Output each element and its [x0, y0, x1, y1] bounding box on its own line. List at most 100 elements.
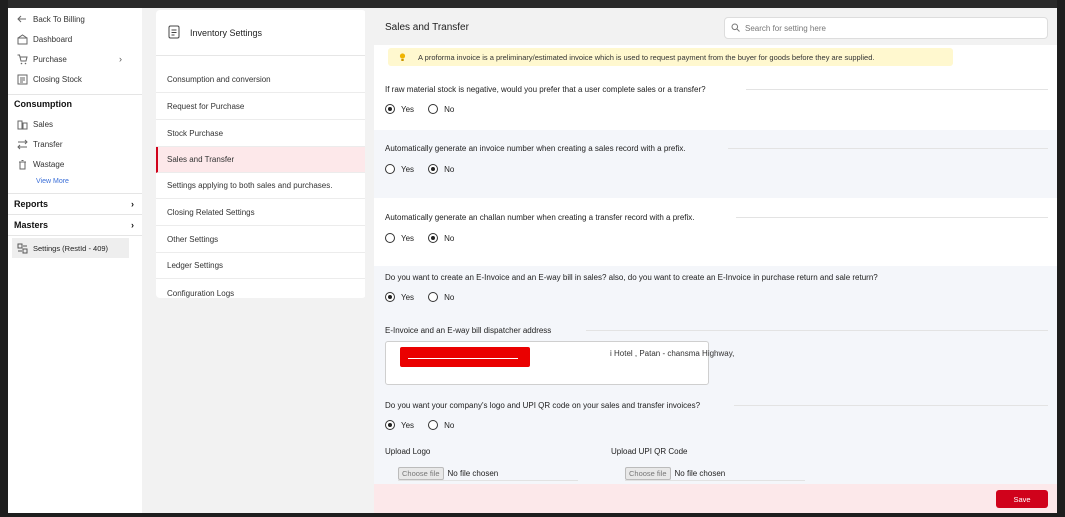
top-strip: [8, 0, 1057, 8]
radio-no[interactable]: [428, 164, 439, 174]
choose-file-button[interactable]: Choose file: [625, 467, 671, 480]
dispatcher-address-text: i Hotel , Patan - chansma Highway,: [610, 349, 735, 358]
menu-item-configuration-logs[interactable]: Configuration Logs: [156, 280, 366, 306]
settings-menu-header: Inventory Settings: [156, 10, 366, 56]
cart-icon: [16, 53, 28, 65]
radio-group: Yes No: [385, 233, 468, 243]
setting-question: Automatically generate an invoice number…: [385, 144, 686, 153]
menu-item-closing-related[interactable]: Closing Related Settings: [156, 200, 366, 226]
radio-no[interactable]: [428, 233, 439, 243]
radio-label-no: No: [444, 164, 455, 174]
divider: [746, 89, 1048, 90]
sidebar-item-dashboard[interactable]: Dashboard: [8, 29, 142, 49]
sales-icon: [16, 118, 28, 130]
divider: [398, 480, 578, 481]
page-title: Inventory Settings: [190, 27, 263, 38]
radio-yes[interactable]: [385, 292, 395, 302]
lightbulb-icon: [398, 52, 408, 62]
setting-challan-prefix: Automatically generate an challan number…: [374, 198, 1057, 266]
sidebar-item-closing-stock[interactable]: Closing Stock: [8, 69, 142, 89]
app-frame: Back To Billing Dashboard Purchase › Clo…: [8, 8, 1057, 513]
file-status: No file chosen: [447, 469, 499, 478]
radio-yes[interactable]: [385, 233, 395, 243]
menu-item-both-sales-purchases[interactable]: Settings applying to both sales and purc…: [156, 173, 366, 199]
sidebar-item-label: Masters: [14, 220, 49, 230]
radio-label-yes: Yes: [401, 292, 415, 302]
sidebar-item-label: Dashboard: [33, 34, 73, 44]
radio-label-no: No: [444, 292, 455, 302]
save-button[interactable]: Save: [996, 490, 1048, 508]
divider: [8, 235, 142, 236]
menu-item-request-purchase[interactable]: Request for Purchase: [156, 94, 366, 120]
radio-label-yes: Yes: [401, 164, 415, 174]
sidebar-item-masters[interactable]: Masters ›: [14, 220, 134, 230]
divider: [736, 217, 1048, 218]
radio-no[interactable]: [428, 420, 439, 430]
sidebar-item-label: Sales: [33, 119, 54, 129]
settings-content: Sales and Transfer Search for setting he…: [374, 10, 1057, 513]
setting-invoice-prefix: Automatically generate an invoice number…: [374, 130, 1057, 198]
search-placeholder: Search for setting here: [745, 23, 826, 33]
file-status: No file chosen: [674, 469, 726, 478]
menu-item-consumption-conversion[interactable]: Consumption and conversion: [156, 67, 366, 93]
setting-negative-stock: If raw material stock is negative, would…: [374, 72, 1057, 130]
radio-group: Yes No: [385, 420, 468, 430]
divider: [8, 193, 142, 194]
radio-label-no: No: [444, 233, 455, 243]
menu-item-sales-transfer[interactable]: Sales and Transfer: [156, 147, 366, 173]
divider: [734, 405, 1048, 406]
notice-text: A proforma invoice is a preliminary/esti…: [418, 52, 875, 62]
choose-file-button[interactable]: Choose file: [398, 467, 444, 480]
settings-icon: [16, 242, 28, 254]
sidebar-item-purchase[interactable]: Purchase ›: [8, 49, 142, 69]
menu-item-stock-purchase[interactable]: Stock Purchase: [156, 121, 366, 147]
upload-qr-input[interactable]: Choose file No file chosen: [625, 467, 725, 480]
dashboard-icon: [16, 33, 28, 45]
sidebar-item-reports[interactable]: Reports ›: [14, 199, 134, 209]
radio-yes[interactable]: [385, 420, 395, 430]
sidebar-item-back-to-billing[interactable]: Back To Billing: [8, 9, 142, 29]
content-header: Sales and Transfer Search for setting he…: [374, 10, 1057, 45]
radio-group: Yes No: [385, 164, 468, 174]
document-icon: [168, 25, 182, 41]
sidebar-item-label: Closing Stock: [33, 74, 82, 84]
sidebar-item-settings[interactable]: Settings (RestId - 409): [12, 238, 129, 258]
setting-question: Do you want your company's logo and UPI …: [385, 401, 701, 410]
radio-yes[interactable]: [385, 104, 395, 114]
menu-item-ledger-settings[interactable]: Ledger Settings: [156, 253, 366, 279]
setting-question: Automatically generate an challan number…: [385, 213, 695, 222]
view-more-link[interactable]: View More: [36, 178, 69, 185]
sidebar-item-label: Back To Billing: [33, 14, 85, 24]
sidebar-item-transfer[interactable]: Transfer: [8, 134, 142, 154]
dispatcher-address-label: E-Invoice and an E-way bill dispatcher a…: [385, 326, 552, 335]
search-input[interactable]: Search for setting here: [724, 17, 1048, 39]
panel-gap: [365, 8, 374, 513]
section-title: Sales and Transfer: [385, 22, 469, 33]
menu-item-other-settings[interactable]: Other Settings: [156, 227, 366, 253]
upload-logo-label: Upload Logo: [385, 447, 431, 456]
radio-no[interactable]: [428, 104, 439, 114]
radio-yes[interactable]: [385, 164, 395, 174]
chevron-right-icon: ›: [119, 54, 122, 64]
radio-label-no: No: [444, 420, 455, 430]
setting-e-invoice: Do you want to create an E-Invoice and a…: [374, 266, 1057, 310]
radio-label-no: No: [444, 104, 455, 114]
sidebar-item-wastage[interactable]: Wastage: [8, 154, 142, 174]
radio-label-yes: Yes: [401, 420, 415, 430]
sidebar-item-label: Purchase: [33, 54, 67, 64]
upload-logo-input[interactable]: Choose file No file chosen: [398, 467, 498, 480]
search-icon: [731, 23, 741, 33]
sidebar-item-sales[interactable]: Sales: [8, 114, 142, 134]
upload-qr-label: Upload UPI QR Code: [611, 447, 688, 456]
chevron-right-icon: ›: [131, 220, 134, 230]
transfer-icon: [16, 138, 28, 150]
footer-bar: Save: [374, 484, 1057, 513]
setting-question: Do you want to create an E-Invoice and a…: [385, 273, 878, 282]
chevron-right-icon: ›: [131, 199, 134, 209]
trash-icon: [16, 158, 28, 170]
divider: [586, 330, 1048, 331]
settings-menu-panel: Inventory Settings Consumption and conve…: [156, 10, 366, 298]
radio-no[interactable]: [428, 292, 439, 302]
radio-group: Yes No: [385, 292, 468, 302]
info-notice: A proforma invoice is a preliminary/esti…: [388, 48, 953, 66]
